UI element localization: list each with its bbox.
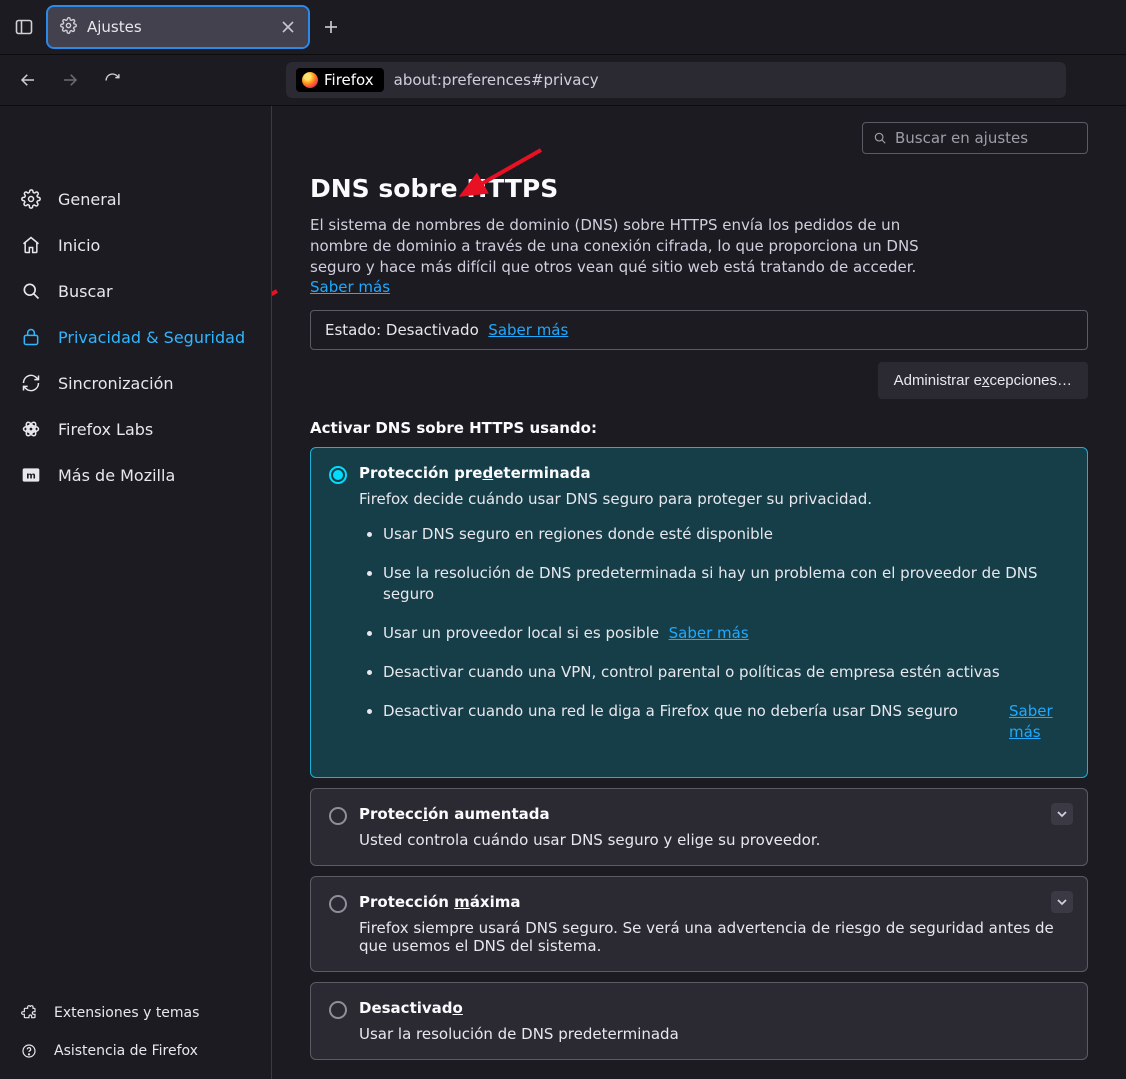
back-button[interactable]	[10, 62, 46, 98]
option-title: Protección máxima	[359, 893, 521, 911]
dns-status-box: Estado: Desactivado Saber más	[310, 310, 1088, 350]
panel-icon	[15, 18, 33, 36]
option-bullet: Use la resolución de DNS predeterminada …	[383, 563, 1069, 605]
option-off[interactable]: Desactivado Usar la resolución de DNS pr…	[310, 982, 1088, 1060]
option-title: Protección predeterminada	[359, 464, 591, 482]
option-bullet: Desactivar cuando una red le diga a Fire…	[383, 701, 1069, 743]
sidebar-item-label: Más de Mozilla	[58, 466, 175, 485]
sidebar-item-label: General	[58, 190, 121, 209]
sidebar-item-labs[interactable]: Firefox Labs	[8, 406, 263, 452]
sidebar-item-label: Buscar	[58, 282, 113, 301]
home-icon	[20, 234, 42, 256]
option-bullet: Usar un proveedor local si es posible Sa…	[383, 623, 1069, 644]
section-title: DNS sobre HTTPS	[310, 174, 1088, 203]
forward-button[interactable]	[52, 62, 88, 98]
search-placeholder: Buscar en ajustes	[895, 129, 1028, 147]
learn-more-link[interactable]: Saber más	[669, 624, 749, 642]
sidebar-item-privacy[interactable]: Privacidad & Seguridad	[8, 314, 263, 360]
puzzle-icon	[20, 1004, 38, 1022]
manage-exceptions-button[interactable]: Administrar excepciones…	[878, 362, 1088, 399]
reload-icon	[104, 72, 121, 89]
reload-button[interactable]	[94, 62, 130, 98]
search-icon	[20, 280, 42, 302]
url-bar[interactable]: Firefox about:preferences#privacy	[286, 62, 1066, 98]
tab-label: Ajustes	[87, 18, 142, 36]
option-increased[interactable]: Protección aumentada Usted controla cuán…	[310, 788, 1088, 866]
option-description: Usar la resolución de DNS predeterminada	[359, 1025, 1069, 1043]
activate-label: Activar DNS sobre HTTPS usando:	[310, 419, 1088, 437]
option-bullet: Usar DNS seguro en regiones donde esté d…	[383, 524, 1069, 545]
sidebar-item-label: Sincronización	[58, 374, 174, 393]
sync-icon	[20, 372, 42, 394]
arrow-right-icon	[61, 71, 79, 89]
firefox-badge: Firefox	[296, 68, 384, 92]
sidebar-item-label: Privacidad & Seguridad	[58, 328, 245, 347]
status-value: Desactivado	[386, 321, 479, 339]
option-description: Usted controla cuándo usar DNS seguro y …	[359, 831, 1069, 849]
plus-icon	[324, 20, 338, 34]
status-learn-more-link[interactable]: Saber más	[488, 321, 568, 339]
sidebar-support[interactable]: Asistencia de Firefox	[8, 1033, 263, 1069]
sidebar-item-general[interactable]: General	[8, 176, 263, 222]
sidebar-item-home[interactable]: Inicio	[8, 222, 263, 268]
side-panel-button[interactable]	[6, 9, 42, 45]
option-bullet: Desactivar cuando una VPN, control paren…	[383, 662, 1069, 683]
sidebar-item-label: Asistencia de Firefox	[54, 1043, 198, 1059]
radio-icon	[329, 807, 347, 825]
option-title: Protección aumentada	[359, 805, 550, 823]
status-label: Estado:	[325, 321, 386, 339]
learn-more-link[interactable]: Saber más	[1009, 701, 1069, 743]
learn-more-link[interactable]: Saber más	[310, 278, 390, 296]
brand-label: Firefox	[324, 71, 374, 89]
new-tab-button[interactable]	[314, 10, 348, 44]
gear-icon	[60, 17, 77, 38]
option-title: Desactivado	[359, 999, 463, 1017]
sidebar-item-search[interactable]: Buscar	[8, 268, 263, 314]
labs-icon	[20, 418, 42, 440]
sidebar-item-label: Inicio	[58, 236, 100, 255]
option-description: Firefox siempre usará DNS seguro. Se ver…	[359, 919, 1069, 955]
gear-icon	[20, 188, 42, 210]
radio-icon	[329, 895, 347, 913]
tab-ajustes[interactable]: Ajustes	[48, 7, 308, 47]
mozilla-icon: m	[20, 464, 42, 486]
chevron-down-icon[interactable]	[1051, 803, 1073, 825]
radio-icon	[329, 466, 347, 484]
lock-icon	[20, 326, 42, 348]
sidebar-item-label: Firefox Labs	[58, 420, 153, 439]
close-icon	[282, 21, 294, 33]
url-text: about:preferences#privacy	[394, 71, 599, 89]
help-icon	[20, 1042, 38, 1060]
close-tab-button[interactable]	[278, 17, 298, 37]
chevron-down-icon[interactable]	[1051, 891, 1073, 913]
sidebar-item-mozilla[interactable]: m Más de Mozilla	[8, 452, 263, 498]
annotation-arrow	[272, 286, 282, 340]
firefox-logo-icon	[302, 72, 318, 88]
option-max[interactable]: Protección máxima Firefox siempre usará …	[310, 876, 1088, 972]
arrow-left-icon	[19, 71, 37, 89]
sidebar-extensions[interactable]: Extensiones y temas	[8, 995, 263, 1031]
sidebar-item-label: Extensiones y temas	[54, 1005, 199, 1021]
svg-text:m: m	[26, 470, 36, 481]
search-icon	[873, 131, 887, 145]
radio-icon	[329, 1001, 347, 1019]
settings-search-input[interactable]: Buscar en ajustes	[862, 122, 1088, 154]
option-description: Firefox decide cuándo usar DNS seguro pa…	[359, 490, 1069, 508]
sidebar-item-sync[interactable]: Sincronización	[8, 360, 263, 406]
option-default[interactable]: Protección predeterminada Firefox decide…	[310, 447, 1088, 778]
section-description: El sistema de nombres de dominio (DNS) s…	[310, 215, 950, 278]
